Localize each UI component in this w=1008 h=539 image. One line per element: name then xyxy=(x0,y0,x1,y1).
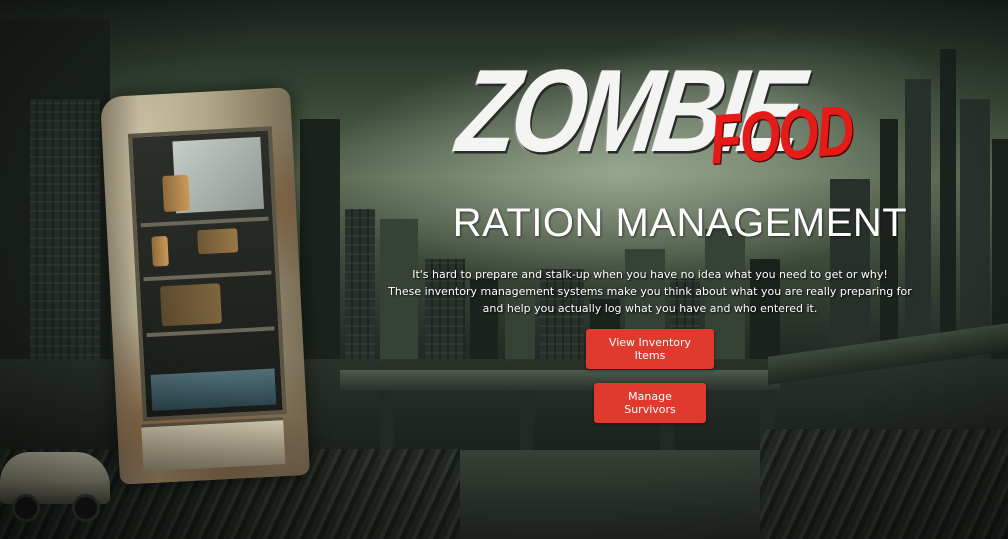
hero-actions: View Inventory Items Manage Survivors xyxy=(380,329,920,423)
description-line: and help you actually log what you have … xyxy=(482,302,818,315)
description-line: These inventory management systems make … xyxy=(388,285,912,298)
view-inventory-button[interactable]: View Inventory Items xyxy=(586,329,714,369)
zombie-food-logo: ZOMBIE FOOD xyxy=(440,46,920,200)
hero-section: ZOMBIE FOOD RATION MANAGEMENT It's hard … xyxy=(380,46,920,437)
manage-survivors-button[interactable]: Manage Survivors xyxy=(594,383,706,423)
logo-food-text: FOOD xyxy=(707,91,855,181)
page-subtitle: RATION MANAGEMENT xyxy=(452,201,908,245)
description-line: It's hard to prepare and stalk-up when y… xyxy=(412,268,888,281)
hero-description: It's hard to prepare and stalk-up when y… xyxy=(380,266,920,317)
